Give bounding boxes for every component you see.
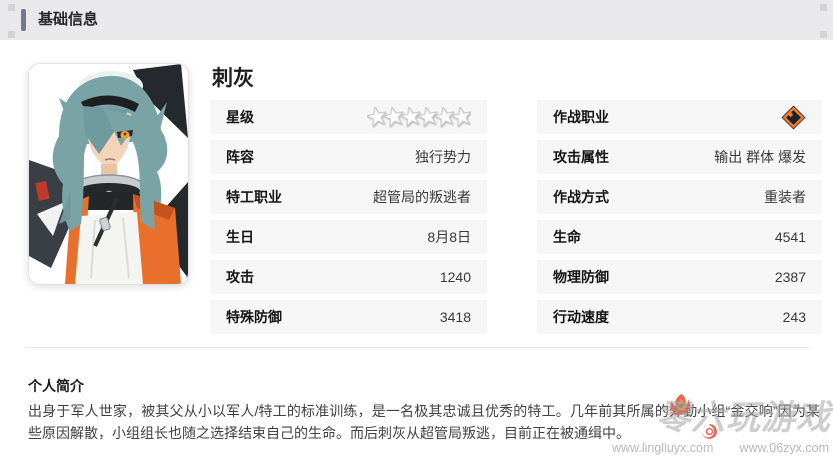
- stat-row-birthday: 生日 8月8日: [210, 220, 487, 254]
- star-rating-icons: [367, 104, 471, 130]
- stat-value: 独行势力: [415, 147, 471, 167]
- profile-title: 个人简介: [28, 376, 84, 396]
- selection-handle: [8, 31, 15, 38]
- stat-value: 4541: [775, 229, 806, 245]
- character-portrait: [28, 63, 189, 285]
- stat-value: 1240: [440, 269, 471, 285]
- stat-label: 攻击: [226, 267, 254, 287]
- stat-label: 作战方式: [553, 187, 609, 207]
- stat-row-combat-style: 作战方式 重装者: [537, 180, 822, 214]
- stat-value: 2387: [775, 269, 806, 285]
- stat-label: 攻击属性: [553, 147, 609, 167]
- selection-handle: [820, 31, 827, 38]
- stat-row-agent-class: 特工职业 超管局的叛逃者: [210, 180, 487, 214]
- stat-row-combat-class: 作战职业: [537, 100, 822, 134]
- stat-value: 输出 群体 爆发: [714, 147, 806, 167]
- heavy-class-icon: [781, 105, 806, 130]
- portrait-art: [29, 64, 188, 284]
- stat-value: 8月8日: [427, 227, 471, 247]
- stat-row-physical-defense: 物理防御 2387: [537, 260, 822, 294]
- stat-label: 特工职业: [226, 187, 282, 207]
- stat-row-faction: 阵容 独行势力: [210, 140, 487, 174]
- stat-label: 生日: [226, 227, 254, 247]
- stat-table-left: 星级 阵容 独行势力 特工职业 超管局的叛逃者 生日 8: [210, 100, 487, 340]
- stat-label: 物理防御: [553, 267, 609, 287]
- stat-row-attack-attribute: 攻击属性 输出 群体 爆发: [537, 140, 822, 174]
- stat-label: 生命: [553, 227, 581, 247]
- section-divider: [25, 347, 809, 348]
- stat-row-speed: 行动速度 243: [537, 300, 822, 334]
- stat-label: 星级: [226, 107, 254, 127]
- stat-value: 重装者: [764, 187, 806, 207]
- character-name: 刺灰: [212, 62, 254, 92]
- stat-label: 阵容: [226, 147, 254, 167]
- stat-row-star-rating: 星级: [210, 100, 487, 134]
- stat-value: 3418: [440, 309, 471, 325]
- section-title: 基础信息: [38, 0, 98, 40]
- stat-label: 特殊防御: [226, 307, 282, 327]
- stat-label: 作战职业: [553, 107, 609, 127]
- accent-bar: [21, 9, 26, 31]
- stat-row-hp: 生命 4541: [537, 220, 822, 254]
- section-header: 基础信息: [0, 0, 833, 40]
- stat-label: 行动速度: [553, 307, 609, 327]
- stat-value: 超管局的叛逃者: [373, 187, 471, 207]
- stat-table-right: 作战职业 攻击属性 输出 群体 爆发 作战方式 重装者 生命 4541 物理防御…: [537, 100, 822, 340]
- profile-text: 出身于军人世家，被其父从小以军人/特工的标准训练，是一名极其忠诚且优秀的特工。几…: [28, 400, 820, 444]
- selection-handle: [820, 4, 827, 11]
- stat-row-attack: 攻击 1240: [210, 260, 487, 294]
- stat-value: 243: [783, 309, 806, 325]
- selection-handle: [8, 4, 15, 11]
- stat-row-special-defense: 特殊防御 3418: [210, 300, 487, 334]
